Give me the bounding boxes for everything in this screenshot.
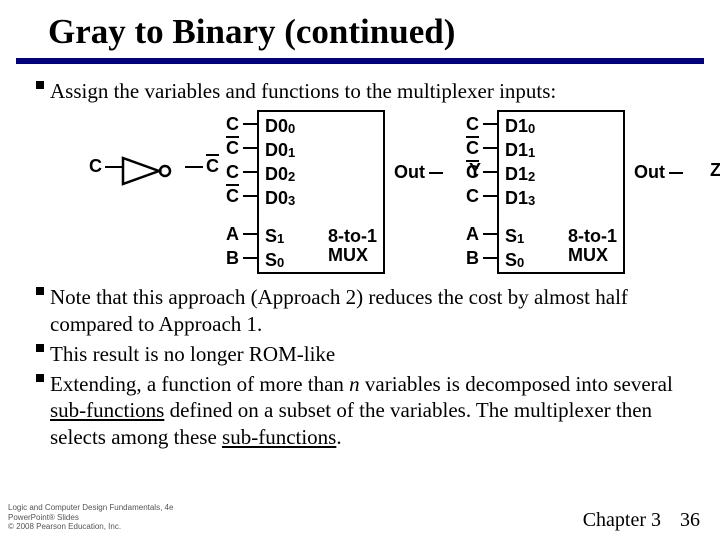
z-output: Z — [710, 160, 720, 181]
pin-d13: D13 — [499, 186, 623, 210]
out-label: Out — [394, 162, 425, 183]
mux-diagram: C C C C C C A B D00 D01 D02 — [34, 110, 696, 274]
mux-sel-b: B — [221, 248, 239, 269]
page-number: 36 — [680, 509, 700, 531]
mux-in-c: C — [221, 162, 239, 183]
bullet-3-text: This result is no longer ROM-like — [50, 341, 696, 367]
mux-right-box: D10 D11 D12 D13 S1 S0 Out Z 8-to-1MUX — [497, 110, 625, 274]
bullet-1-text: Assign the variables and functions to th… — [50, 78, 696, 104]
mux-in-cbar: C — [461, 138, 479, 159]
mux-left-group: C C C C A B D00 D01 D02 D03 S1 S0 Out — [221, 110, 385, 274]
chapter-page: Chapter 3 36 — [583, 509, 700, 532]
pin-d01: D01 — [259, 138, 383, 162]
pin-d00: D00 — [259, 114, 383, 138]
mux-left-inputs: C C C C A B — [221, 110, 257, 270]
mux-right-inputs: C C C C A B — [461, 110, 497, 270]
mux-left-out: Out — [390, 162, 443, 183]
pin-d02: D02 — [259, 162, 383, 186]
pin-d03: D03 — [259, 186, 383, 210]
bullet-icon — [34, 341, 50, 355]
mux-in-c: C — [461, 114, 479, 135]
mux-in-cbar: C — [461, 162, 479, 183]
pin-d10: D10 — [499, 114, 623, 138]
slide-title: Gray to Binary (continued) — [0, 0, 720, 58]
chapter-label: Chapter 3 — [583, 509, 661, 531]
mux-right-out: Out — [630, 162, 683, 183]
mux-type-label: 8-to-1MUX — [568, 227, 617, 267]
bullet-1: Assign the variables and functions to th… — [34, 78, 696, 104]
bullet-2-text: Note that this approach (Approach 2) red… — [50, 284, 696, 337]
bullet-4-text: Extending, a function of more than n var… — [50, 371, 696, 450]
mux-right-group: C C C C A B D10 D11 D12 D13 S1 S0 Out — [461, 110, 625, 274]
mux-left-box: D00 D01 D02 D03 S1 S0 Out Y 8-to-1MUX — [257, 110, 385, 274]
not-gate-icon — [121, 156, 179, 186]
pin-d12: D12 — [499, 162, 623, 186]
inverter: C C — [105, 140, 203, 200]
copyright-block: Logic and Computer Design Fundamentals, … — [8, 503, 173, 532]
content-area: Assign the variables and functions to th… — [0, 78, 720, 450]
inverter-input-label: C — [89, 156, 102, 177]
mux-in-cbar: C — [221, 186, 239, 207]
mux-in-c: C — [221, 114, 239, 135]
out-label: Out — [634, 162, 665, 183]
mux-in-cbar: C — [221, 138, 239, 159]
mux-in-c: C — [461, 186, 479, 207]
pin-d11: D11 — [499, 138, 623, 162]
bullet-4: Extending, a function of more than n var… — [34, 371, 696, 450]
bullet-icon — [34, 78, 50, 92]
mux-type-label: 8-to-1MUX — [328, 227, 377, 267]
bullet-icon — [34, 371, 50, 385]
mux-sel-a: A — [461, 224, 479, 245]
title-rule — [16, 58, 704, 64]
mux-sel-b: B — [461, 248, 479, 269]
inverter-output-label: C — [206, 156, 219, 177]
bullet-3: This result is no longer ROM-like — [34, 341, 696, 367]
mux-sel-a: A — [221, 224, 239, 245]
bullet-icon — [34, 284, 50, 298]
wire — [185, 166, 203, 168]
bullet-2: Note that this approach (Approach 2) red… — [34, 284, 696, 337]
footer: Logic and Computer Design Fundamentals, … — [0, 503, 720, 532]
